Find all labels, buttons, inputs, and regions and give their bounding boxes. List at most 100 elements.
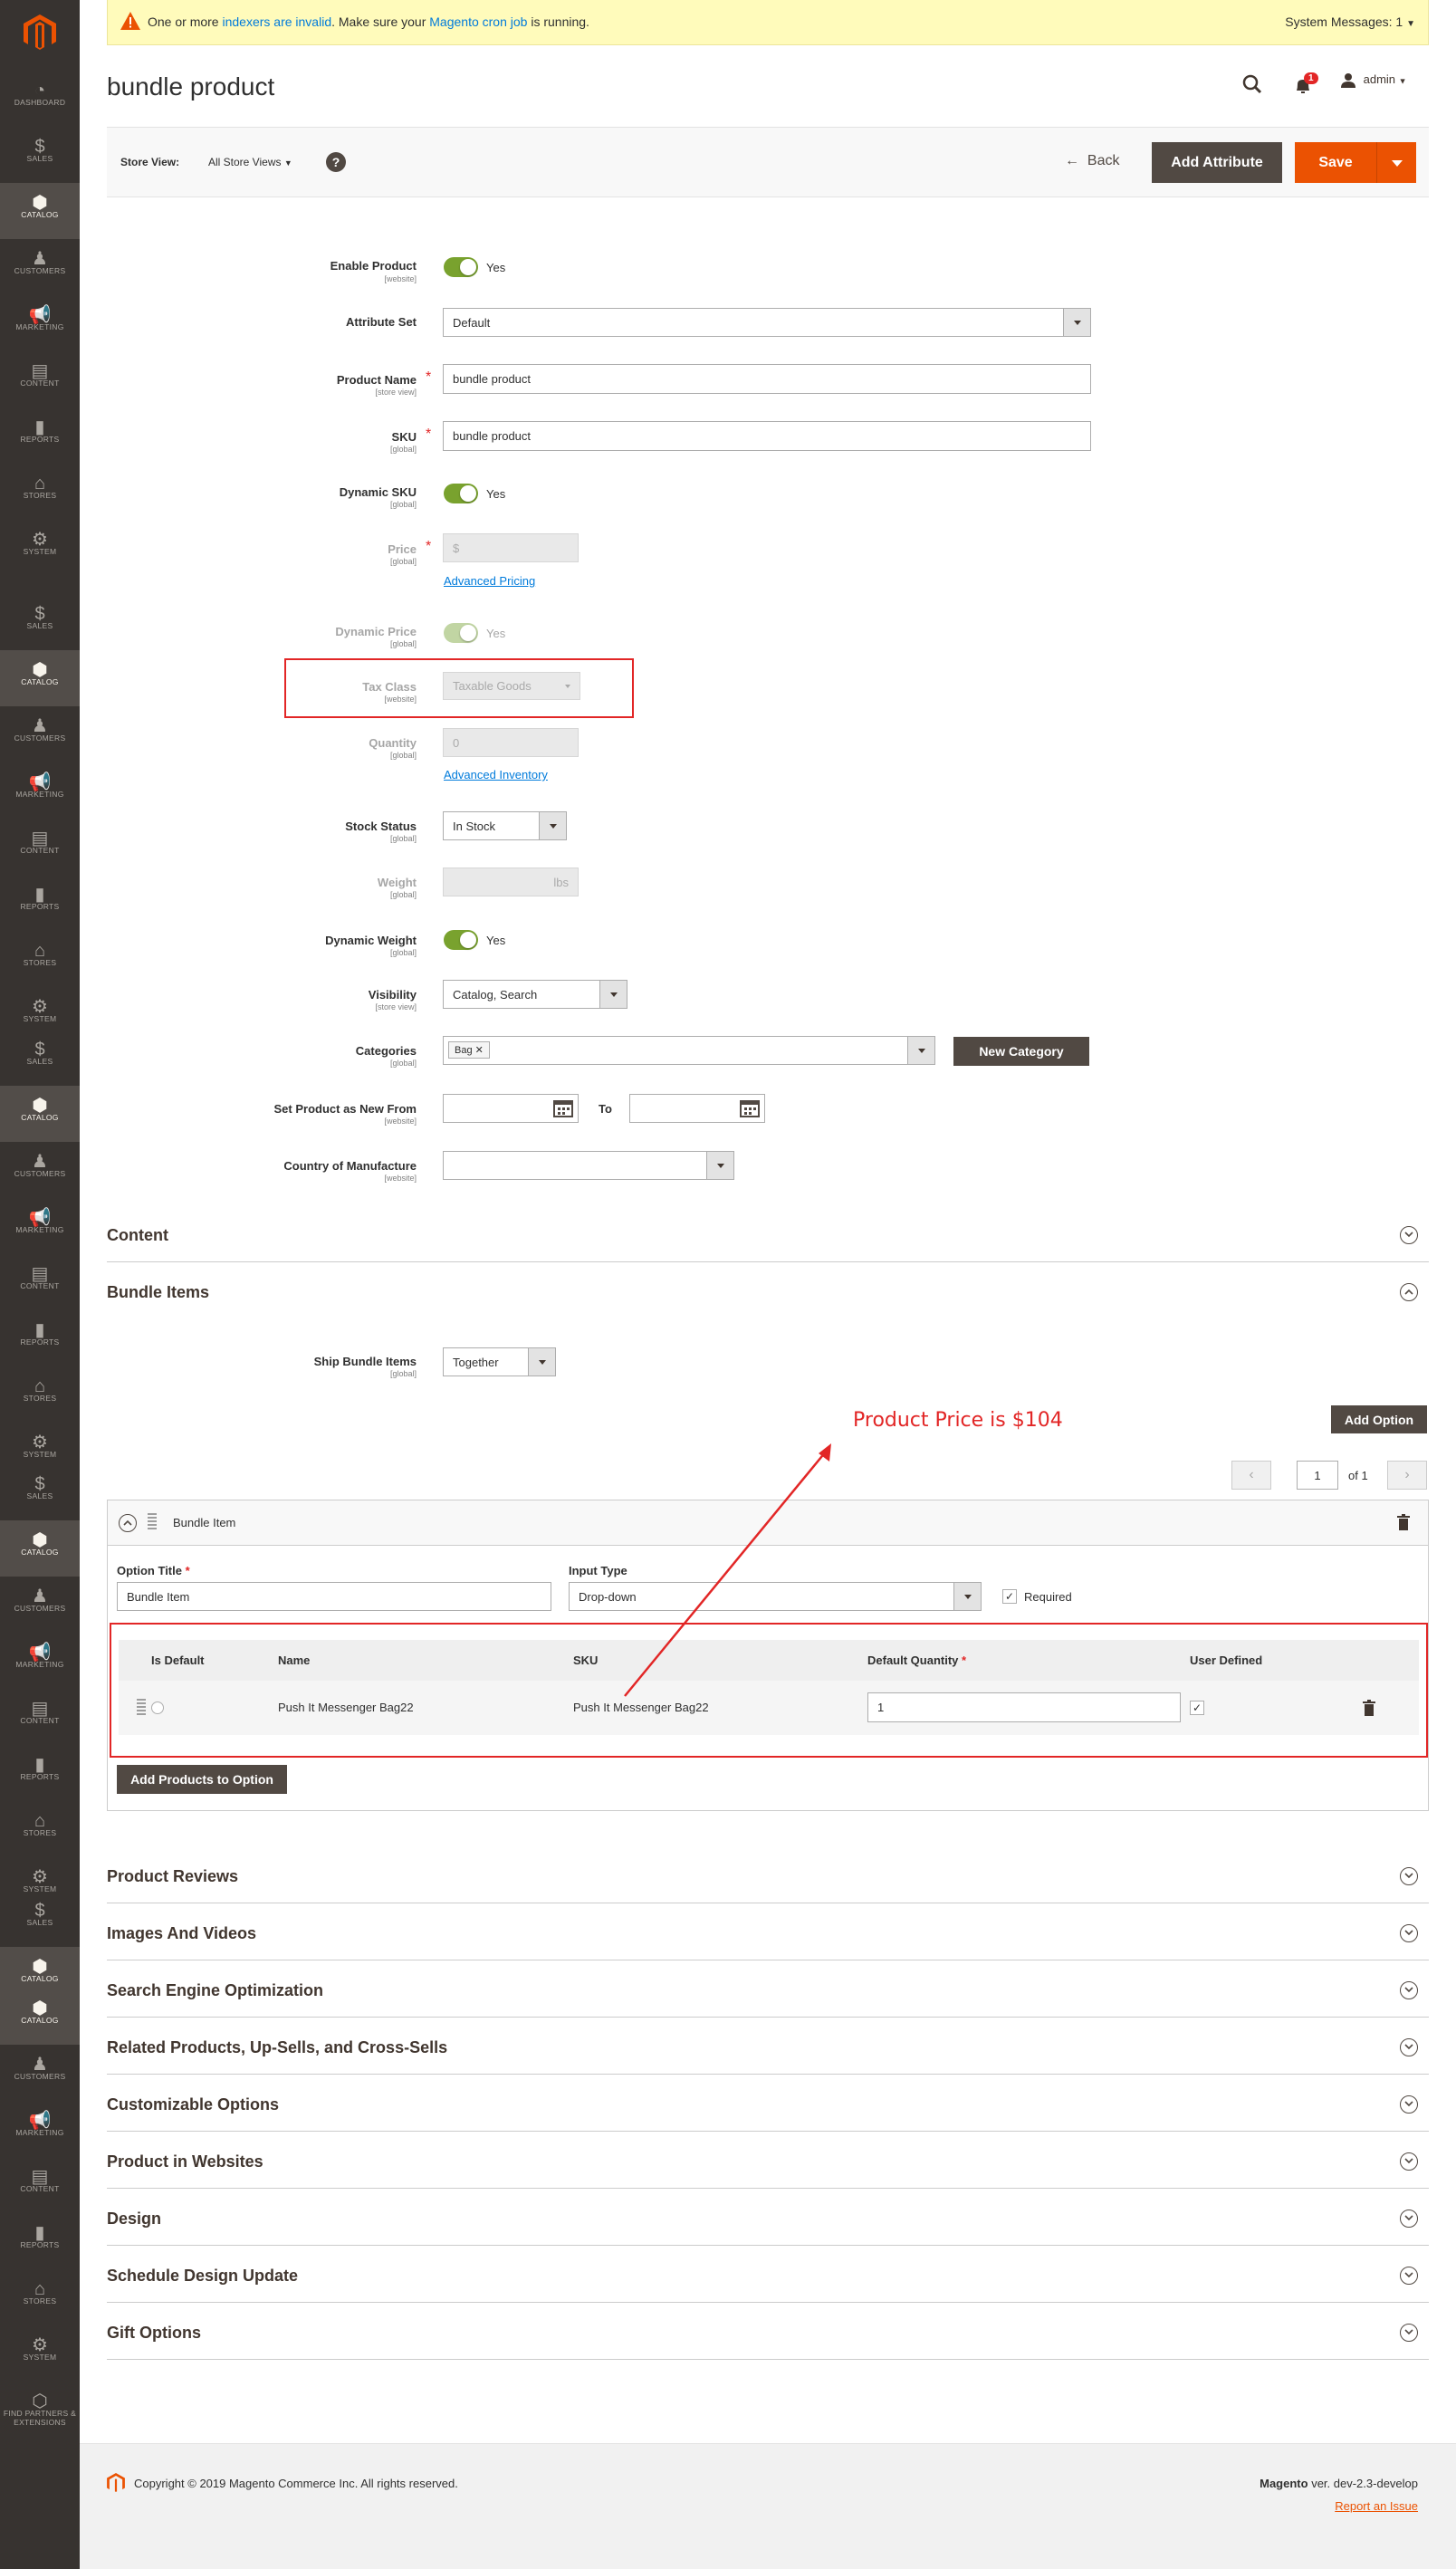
sidebar-item-content[interactable]: ▤ CONTENT — [0, 1689, 80, 1745]
save-options-toggle[interactable] — [1376, 142, 1416, 183]
system-messages-toggle[interactable]: System Messages: 1 ▼ — [1285, 14, 1415, 29]
sidebar-item-stores[interactable]: ⌂ STORES — [0, 931, 80, 987]
tax-class-select[interactable]: Taxable Goods — [443, 672, 580, 700]
section-gift-options[interactable]: Gift Options — [107, 2304, 1429, 2360]
drag-handle-icon[interactable] — [148, 1513, 157, 1531]
sidebar-item-find-partners-extensions[interactable]: ⬡ FIND PARTNERS & EXTENSIONS — [0, 2382, 80, 2438]
sidebar-item-reports[interactable]: ▮ REPORTS — [0, 875, 80, 931]
is-default-radio[interactable] — [151, 1701, 164, 1714]
sidebar-item-marketing[interactable]: 📢 MARKETING — [0, 762, 80, 819]
sidebar-item-sales[interactable]: $SALES — [0, 1030, 80, 1086]
sidebar-item-marketing[interactable]: 📢 MARKETING — [0, 1633, 80, 1689]
option-title-input[interactable]: Bundle Item — [117, 1582, 551, 1611]
magento-logo-icon[interactable] — [24, 14, 56, 51]
ship-bundle-items-select[interactable]: Together — [443, 1347, 556, 1376]
cron-job-link[interactable]: Magento cron job — [429, 14, 527, 29]
price-input[interactable]: $ — [443, 533, 579, 562]
user-defined-checkbox[interactable]: ✓ — [1190, 1701, 1204, 1715]
add-products-to-option-button[interactable]: Add Products to Option — [117, 1765, 287, 1794]
sidebar-item-catalog[interactable]: ⬢ CATALOG — [0, 650, 80, 706]
section-schedule-design-update[interactable]: Schedule Design Update — [107, 2247, 1429, 2303]
section-product-reviews[interactable]: Product Reviews — [107, 1847, 1429, 1903]
section-design[interactable]: Design — [107, 2190, 1429, 2246]
close-icon[interactable]: ✕ — [475, 1045, 484, 1056]
drag-handle-icon[interactable] — [137, 1699, 146, 1717]
add-option-button[interactable]: Add Option — [1331, 1405, 1427, 1433]
sidebar-item-stores[interactable]: ⌂ STORES — [0, 1366, 80, 1423]
trash-icon[interactable] — [1363, 1700, 1375, 1716]
sidebar-item-marketing[interactable]: 📢 MARKETING — [0, 1198, 80, 1254]
section-images-and-videos[interactable]: Images And Videos — [107, 1904, 1429, 1960]
notifications-button[interactable]: 1 — [1293, 72, 1318, 94]
advanced-inventory-link[interactable]: Advanced Inventory — [444, 768, 548, 781]
sidebar-item-customers[interactable]: ♟ CUSTOMERS — [0, 2045, 80, 2101]
visibility-select[interactable]: Catalog, Search — [443, 980, 627, 1009]
section-search-engine-optimization[interactable]: Search Engine Optimization — [107, 1961, 1429, 2018]
section-related-products-up-sells-and-cross-sells[interactable]: Related Products, Up-Sells, and Cross-Se… — [107, 2018, 1429, 2075]
section-content[interactable]: Content — [107, 1206, 1429, 1262]
required-checkbox[interactable]: ✓ — [1002, 1589, 1017, 1604]
stock-status-select[interactable]: In Stock — [443, 811, 567, 840]
sidebar-item-customers[interactable]: ♟ CUSTOMERS — [0, 239, 80, 295]
categories-multiselect[interactable]: Bag ✕ — [443, 1036, 935, 1065]
category-tag[interactable]: Bag ✕ — [448, 1041, 490, 1059]
save-button[interactable]: Save — [1295, 142, 1376, 183]
sku-input[interactable]: bundle product — [443, 421, 1091, 451]
indexers-link[interactable]: indexers are invalid — [222, 14, 331, 29]
sidebar-item-reports[interactable]: ▮ REPORTS — [0, 1310, 80, 1366]
sidebar-item-system[interactable]: ⚙ SYSTEM — [0, 2325, 80, 2382]
sidebar-item-content[interactable]: ▤ CONTENT — [0, 2157, 80, 2213]
product-name-input[interactable]: bundle product — [443, 364, 1091, 394]
help-icon[interactable]: ? — [326, 152, 346, 172]
back-button[interactable]: ← Back — [1065, 153, 1119, 169]
sidebar-item-customers[interactable]: ♟ CUSTOMERS — [0, 706, 80, 762]
report-issue-link[interactable]: Report an Issue — [1335, 2499, 1418, 2513]
sidebar-item-system[interactable]: ⚙ SYSTEM — [0, 520, 80, 576]
default-quantity-input[interactable]: 1 — [867, 1692, 1181, 1722]
collapse-icon[interactable] — [119, 1514, 137, 1532]
dynamic-weight-toggle[interactable] — [444, 930, 478, 950]
sidebar-item-reports[interactable]: ▮ REPORTS — [0, 1745, 80, 1801]
sidebar-item-sales[interactable]: $SALES — [0, 1891, 80, 1947]
section-product-in-websites[interactable]: Product in Websites — [107, 2133, 1429, 2189]
sidebar-item-reports[interactable]: ▮ REPORTS — [0, 407, 80, 464]
country-of-manufacture-select[interactable] — [443, 1151, 734, 1180]
sidebar-item-customers[interactable]: ♟ CUSTOMERS — [0, 1142, 80, 1198]
sidebar-item-customers[interactable]: ♟ CUSTOMERS — [0, 1577, 80, 1633]
trash-icon[interactable] — [1397, 1514, 1410, 1530]
new-from-date-input[interactable] — [443, 1094, 579, 1123]
sidebar-item-sales[interactable]: $SALES — [0, 1464, 80, 1520]
pager-page-input[interactable]: 1 — [1297, 1461, 1338, 1490]
attribute-set-select[interactable]: Default — [443, 308, 1091, 337]
calendar-icon[interactable] — [740, 1099, 760, 1117]
search-icon[interactable] — [1242, 74, 1262, 94]
pager-next-button[interactable]: › — [1387, 1461, 1427, 1490]
enable-product-toggle[interactable] — [444, 257, 478, 277]
advanced-pricing-link[interactable]: Advanced Pricing — [444, 574, 535, 588]
sidebar-item-marketing[interactable]: 📢 MARKETING — [0, 2101, 80, 2157]
pager-prev-button[interactable]: ‹ — [1231, 1461, 1271, 1490]
calendar-icon[interactable] — [553, 1099, 573, 1117]
weight-input[interactable]: lbs — [443, 868, 579, 896]
sidebar-item-stores[interactable]: ⌂ STORES — [0, 464, 80, 520]
sidebar-item-marketing[interactable]: 📢 MARKETING — [0, 295, 80, 351]
sidebar-item-stores[interactable]: ⌂ STORES — [0, 2269, 80, 2325]
sidebar-item-dashboard[interactable]: ◔ DASHBOARD — [0, 71, 80, 127]
dynamic-price-toggle[interactable] — [444, 623, 478, 643]
sidebar-item-content[interactable]: ▤ CONTENT — [0, 1254, 80, 1310]
section-customizable-options[interactable]: Customizable Options — [107, 2075, 1429, 2132]
section-bundle-items[interactable]: Bundle Items — [107, 1263, 1429, 1319]
admin-user-menu[interactable]: admin ▼ — [1340, 72, 1407, 89]
input-type-select[interactable]: Drop-down — [569, 1582, 982, 1611]
store-view-switcher[interactable]: All Store Views ▼ — [208, 156, 292, 168]
sidebar-item-catalog[interactable]: ⬢ CATALOG — [0, 1989, 80, 2045]
sidebar-item-reports[interactable]: ▮ REPORTS — [0, 2213, 80, 2269]
new-to-date-input[interactable] — [629, 1094, 765, 1123]
sidebar-item-sales[interactable]: $SALES — [0, 594, 80, 650]
new-category-button[interactable]: New Category — [953, 1037, 1089, 1066]
sidebar-item-content[interactable]: ▤ CONTENT — [0, 351, 80, 407]
sidebar-item-catalog[interactable]: ⬢ CATALOG — [0, 1086, 80, 1142]
add-attribute-button[interactable]: Add Attribute — [1152, 142, 1282, 183]
dynamic-sku-toggle[interactable] — [444, 484, 478, 503]
quantity-input[interactable]: 0 — [443, 728, 579, 757]
